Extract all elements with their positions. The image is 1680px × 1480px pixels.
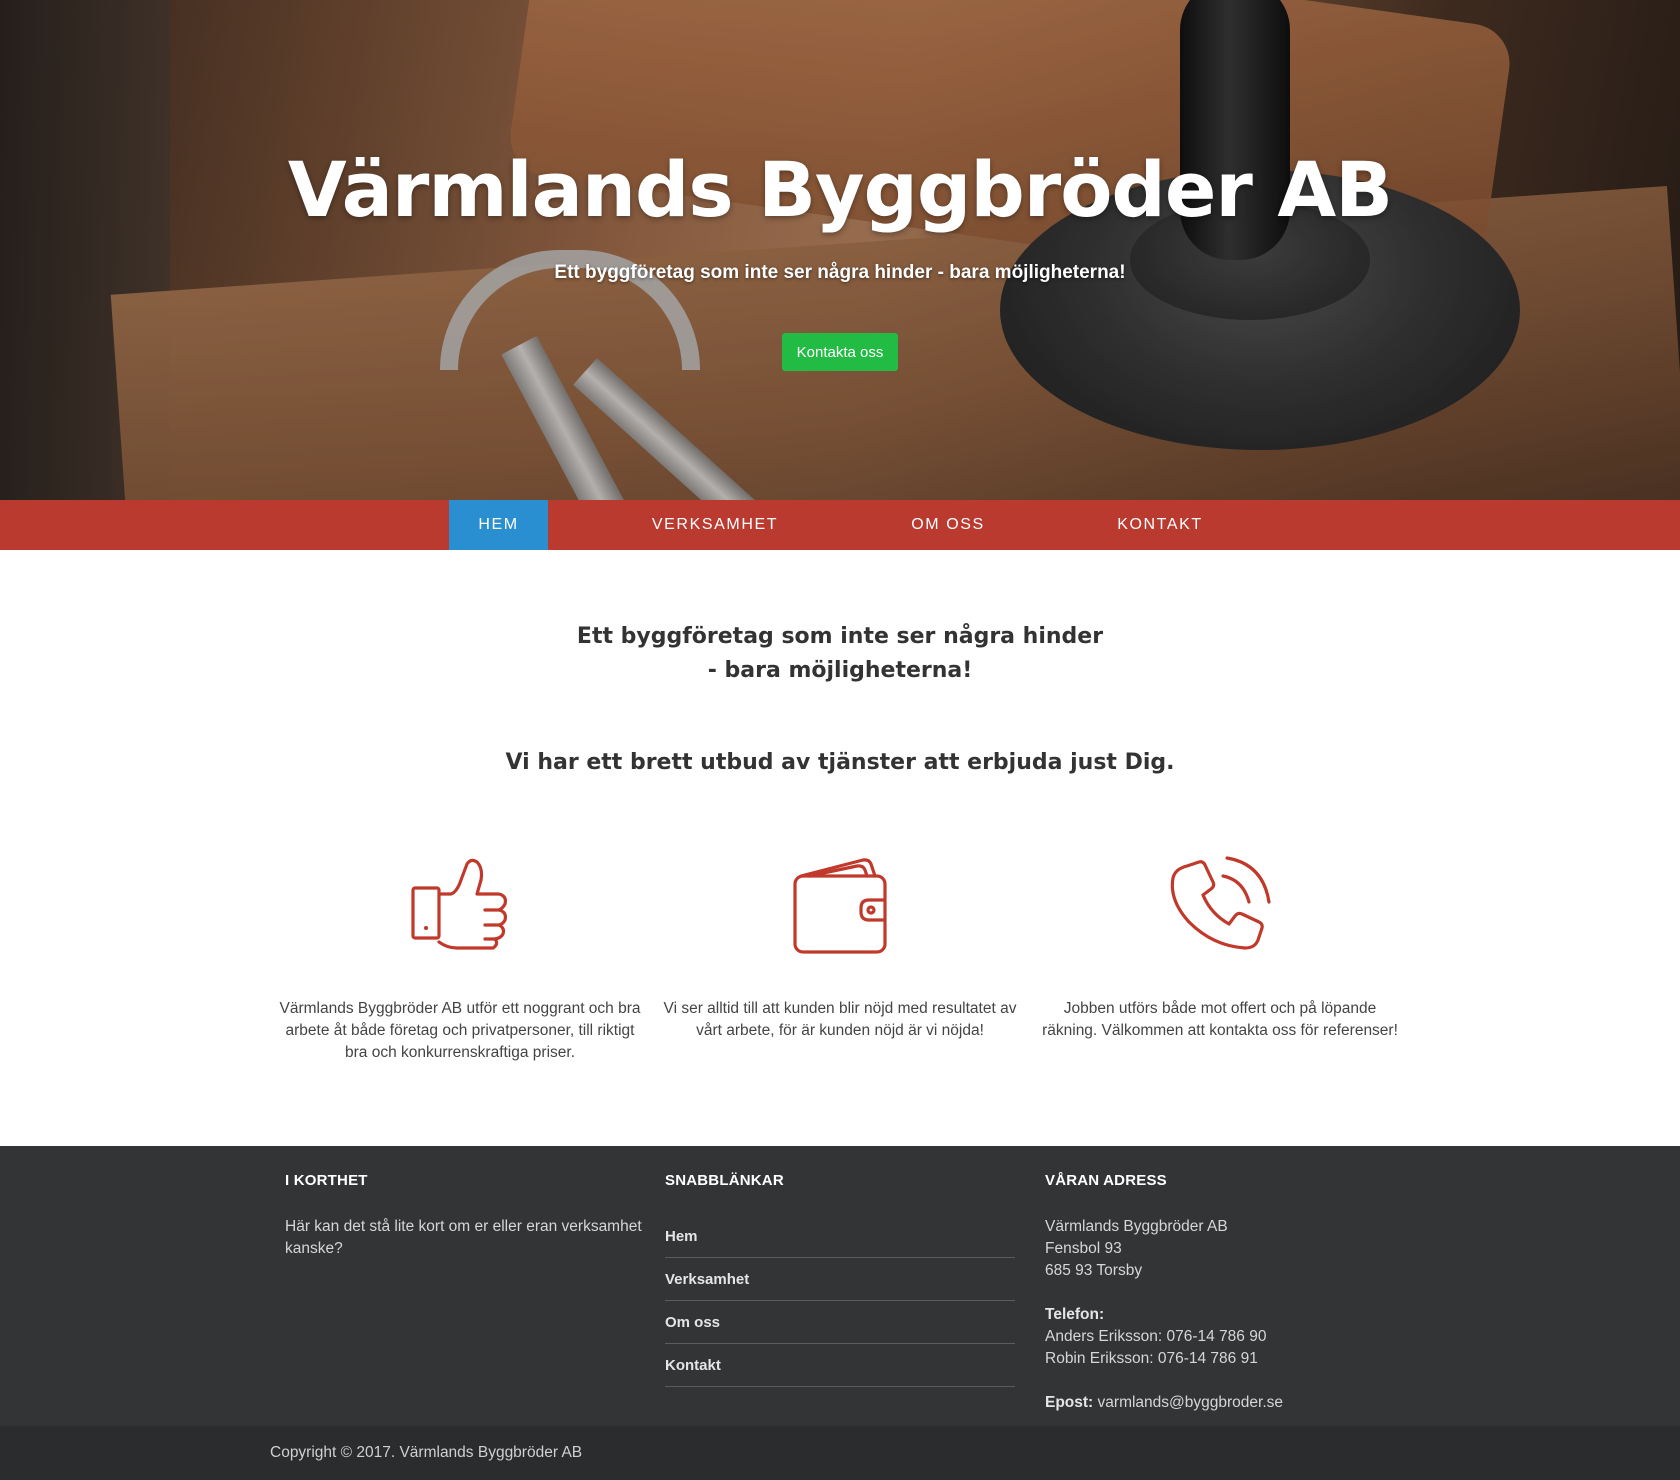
email-line: Epost: varmlands@byggbroder.se (1045, 1392, 1405, 1414)
feature-contact: Jobben utförs både mot offert och på löp… (1035, 850, 1405, 1042)
feature-text: Jobben utförs både mot offert och på löp… (1042, 1000, 1398, 1039)
footer-link-item: Verksamhet (665, 1258, 1015, 1301)
feature-satisfaction: Vi ser alltid till att kunden blir nöjd … (655, 850, 1025, 1042)
footer-link-item: Om oss (665, 1301, 1015, 1344)
feature-text: Värmlands Byggbröder AB utför ett noggra… (279, 1000, 641, 1061)
main-heading-line1: Ett byggföretag som inte ser några hinde… (576, 624, 1104, 649)
footer-link-item: Kontakt (665, 1344, 1015, 1387)
footer-links: SNABBLÄNKAR Hem Verksamhet Om oss Kontak… (665, 1172, 1025, 1387)
footer-about: I KORTHET Här kan det stå lite kort om e… (285, 1172, 645, 1260)
main-heading: Ett byggföretag som inte ser några hinde… (0, 620, 1680, 688)
services-heading: Vi har ett brett utbud av tjänster att e… (505, 750, 1175, 775)
footer-address: VÅRAN ADRESS Värmlands Byggbröder AB Fen… (1045, 1172, 1405, 1414)
phone-icon (1170, 856, 1271, 950)
footer-link-kontakt[interactable]: Kontakt (665, 1357, 721, 1374)
hero-banner: Värmlands Byggbröder AB Ett byggföretag … (0, 0, 1680, 500)
copyright-text: Copyright © 2017. Värmlands Byggbröder A… (270, 1444, 583, 1461)
footer-about-title: I KORTHET (285, 1172, 368, 1189)
hero-content: Värmlands Byggbröder AB Ett byggföretag … (0, 0, 1680, 500)
contact-button[interactable]: Kontakta oss (782, 333, 898, 371)
email-address[interactable]: varmlands@byggbroder.se (1098, 1394, 1283, 1411)
footer-link-item: Hem (665, 1215, 1015, 1258)
phone-label: Telefon: (1045, 1306, 1105, 1323)
wallet-icon (793, 858, 887, 954)
hero-title: Värmlands Byggbröder AB (287, 145, 1393, 234)
footer-link-hem[interactable]: Hem (665, 1228, 698, 1245)
copyright-bar: Copyright © 2017. Värmlands Byggbröder A… (0, 1426, 1680, 1480)
footer-links-title: SNABBLÄNKAR (665, 1172, 784, 1189)
nav-item-hem[interactable]: HEM (449, 500, 548, 550)
main-nav: HEM VERKSAMHET OM OSS KONTAKT (0, 500, 1680, 550)
email-label: Epost: (1045, 1394, 1094, 1411)
footer-address-title: VÅRAN ADRESS (1045, 1172, 1167, 1189)
footer-link-om-oss[interactable]: Om oss (665, 1314, 720, 1331)
footer-links-list: Hem Verksamhet Om oss Kontakt (665, 1215, 1015, 1387)
hero-subtitle: Ett byggföretag som inte ser några hinde… (554, 262, 1126, 283)
feature-text: Vi ser alltid till att kunden blir nöjd … (663, 1000, 1017, 1039)
address-company: Värmlands Byggbröder AB (1045, 1218, 1228, 1235)
footer: I KORTHET Här kan det stå lite kort om e… (0, 1146, 1680, 1426)
phone-robin: Robin Eriksson: 076-14 786 91 (1045, 1350, 1258, 1367)
feature-quality: Värmlands Byggbröder AB utför ett noggra… (275, 850, 645, 1064)
address-city: 685 93 Torsby (1045, 1262, 1143, 1279)
nav-item-verksamhet[interactable]: VERKSAMHET (630, 500, 800, 550)
footer-about-text: Här kan det stå lite kort om er eller er… (285, 1218, 642, 1257)
thumbs-up-icon (411, 858, 507, 950)
phone-anders: Anders Eriksson: 076-14 786 90 (1045, 1328, 1267, 1345)
nav-item-om-oss[interactable]: OM OSS (870, 500, 1026, 550)
main-heading-line2: - bara möjligheterna! (707, 658, 973, 683)
address-street: Fensbol 93 (1045, 1240, 1122, 1257)
nav-item-kontakt[interactable]: KONTAKT (1085, 500, 1235, 550)
footer-link-verksamhet[interactable]: Verksamhet (665, 1271, 749, 1288)
address-block: Värmlands Byggbröder AB Fensbol 93 685 9… (1045, 1216, 1405, 1414)
